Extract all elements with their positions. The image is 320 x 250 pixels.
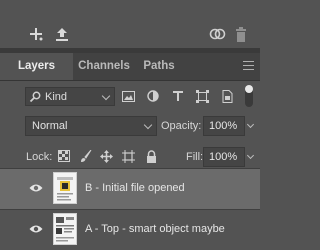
lock-label: Lock: bbox=[26, 151, 53, 163]
new-adjustment-plus-icon[interactable] bbox=[26, 24, 46, 44]
filter-kind-label: Kind bbox=[45, 90, 68, 103]
layer-name[interactable]: A - Top - smart object maybe bbox=[85, 223, 225, 235]
search-icon bbox=[29, 91, 41, 102]
panel-tab-bar: Layers Channels Paths bbox=[0, 53, 260, 81]
lock-all-icon[interactable] bbox=[144, 149, 158, 163]
fill-chevron-icon[interactable] bbox=[246, 151, 255, 160]
pixel-image-icon[interactable] bbox=[121, 89, 135, 103]
eye-visibility-icon[interactable] bbox=[29, 183, 43, 193]
tab-channels[interactable]: Channels bbox=[73, 53, 135, 80]
smart-object-icon[interactable] bbox=[220, 89, 234, 103]
layer-thumbnail bbox=[53, 213, 77, 245]
opacity-label: Opacity: bbox=[161, 120, 202, 132]
filter-toggle[interactable] bbox=[245, 85, 253, 107]
panel-menu-icon[interactable] bbox=[243, 61, 254, 73]
lock-brush-icon[interactable] bbox=[79, 149, 93, 163]
trash-icon[interactable] bbox=[232, 24, 250, 44]
chevron-down-icon bbox=[143, 120, 153, 130]
filter-kind-select[interactable]: Kind bbox=[25, 87, 115, 106]
lock-transparent-icon[interactable] bbox=[57, 149, 71, 163]
link-rings-icon[interactable] bbox=[208, 24, 228, 44]
type-T-icon[interactable] bbox=[171, 89, 185, 103]
tab-layers[interactable]: Layers bbox=[0, 53, 73, 80]
tab-paths[interactable]: Paths bbox=[135, 53, 183, 80]
layer-name[interactable]: B - Initial file opened bbox=[85, 182, 185, 194]
fill-input[interactable]: 100% bbox=[203, 147, 245, 167]
eye-visibility-icon[interactable] bbox=[29, 224, 43, 234]
shape-transform-icon[interactable] bbox=[195, 89, 209, 103]
layer-row[interactable]: B - Initial file opened bbox=[0, 168, 260, 209]
blend-mode-select[interactable]: Normal bbox=[25, 116, 157, 136]
lock-move-icon[interactable] bbox=[99, 149, 113, 163]
adjustment-circle-icon[interactable] bbox=[146, 89, 160, 103]
layers-panel-body: Kind Normal Opacity: 100% Lock: Fill: 10… bbox=[0, 81, 260, 250]
lock-artboard-icon[interactable] bbox=[121, 149, 135, 163]
layer-thumbnail bbox=[53, 172, 77, 204]
export-upload-icon[interactable] bbox=[52, 24, 72, 44]
opacity-chevron-icon[interactable] bbox=[246, 120, 255, 129]
chevron-down-icon bbox=[101, 91, 111, 101]
panel-top-toolbar bbox=[0, 0, 260, 48]
blend-mode-value: Normal bbox=[32, 120, 68, 132]
fill-label: Fill: bbox=[186, 151, 204, 163]
opacity-input[interactable]: 100% bbox=[203, 116, 245, 136]
layer-row[interactable]: A - Top - smart object maybe bbox=[0, 209, 260, 250]
